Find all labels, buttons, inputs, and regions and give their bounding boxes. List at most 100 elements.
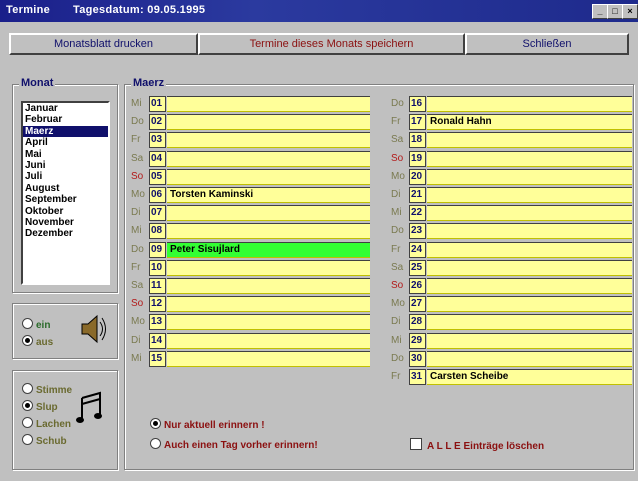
month-item-juli[interactable]: Juli bbox=[23, 171, 108, 182]
appointment-field[interactable] bbox=[427, 150, 632, 167]
month-item-februar[interactable]: Februar bbox=[23, 114, 108, 125]
day-row: Mi 08 bbox=[131, 223, 370, 240]
appointment-field[interactable] bbox=[167, 259, 370, 276]
day-of-week: Fr bbox=[391, 371, 401, 382]
close-window-button[interactable]: × bbox=[622, 4, 638, 19]
appointment-field[interactable] bbox=[167, 168, 370, 185]
month-item-maerz[interactable]: Maerz bbox=[23, 125, 108, 138]
appointment-field[interactable] bbox=[427, 314, 632, 331]
sound-option-lachen[interactable]: Lachen bbox=[22, 417, 71, 430]
appointment-field[interactable]: Torsten Kaminski bbox=[167, 187, 370, 203]
print-month-button[interactable]: Monatsblatt drucken bbox=[9, 33, 198, 55]
day-row: Do 30 bbox=[391, 350, 632, 367]
month-item-januar[interactable]: Januar bbox=[23, 103, 108, 114]
sound-option-dot bbox=[22, 417, 33, 428]
save-month-button[interactable]: Termine dieses Monats speichern bbox=[198, 33, 465, 55]
day-of-week: Di bbox=[131, 207, 141, 219]
appointment-field[interactable]: Carsten Scheibe bbox=[427, 369, 632, 385]
day-number: 24 bbox=[409, 241, 426, 258]
day-row: Di 28 bbox=[391, 314, 632, 331]
remind-before-radio[interactable]: Auch einen Tag vorher erinnern! bbox=[150, 438, 318, 451]
appointment-field[interactable] bbox=[427, 168, 632, 185]
day-number: 31 bbox=[409, 369, 426, 385]
sound-option-schub[interactable]: Schub bbox=[22, 434, 67, 447]
day-number: 15 bbox=[149, 350, 166, 367]
sound-option-stimme[interactable]: Stimme bbox=[22, 383, 72, 396]
appointment-field[interactable] bbox=[167, 314, 370, 331]
day-of-week: Mi bbox=[391, 207, 402, 219]
day-number: 16 bbox=[409, 96, 426, 112]
appointment-field[interactable] bbox=[167, 296, 370, 313]
month-list[interactable]: Januar Februar Maerz April Mai Juni Juli August… bbox=[21, 101, 110, 285]
sound-off-radio[interactable]: aus bbox=[22, 335, 53, 348]
appointment-field[interactable] bbox=[427, 241, 632, 258]
day-of-week: Fr bbox=[131, 261, 141, 273]
appointment-field[interactable] bbox=[167, 223, 370, 240]
appointment-field[interactable] bbox=[167, 114, 370, 131]
day-row: Fr 17 Ronald Hahn bbox=[391, 114, 632, 131]
day-number: 26 bbox=[409, 278, 426, 294]
day-of-week: Mo bbox=[131, 189, 145, 200]
sound-option-slup[interactable]: Slup bbox=[22, 400, 58, 413]
day-of-week: Mo bbox=[131, 316, 145, 328]
day-row: Mi 01 bbox=[131, 96, 370, 112]
month-item-november[interactable]: November bbox=[23, 217, 108, 228]
sound-option-label: Stimme bbox=[36, 385, 73, 396]
appointment-field[interactable] bbox=[427, 223, 632, 240]
appointment-field[interactable] bbox=[167, 132, 370, 149]
appointment-field[interactable] bbox=[167, 332, 370, 349]
month-item-oktober[interactable]: Oktober bbox=[23, 206, 108, 217]
appointment-field[interactable] bbox=[167, 350, 370, 367]
day-row: Mo 20 bbox=[391, 168, 632, 185]
sound-on-dot bbox=[22, 318, 33, 329]
day-row: Do 23 bbox=[391, 223, 632, 240]
appointment-field[interactable]: Ronald Hahn bbox=[427, 114, 632, 131]
day-row: Mo 06 Torsten Kaminski bbox=[131, 187, 370, 203]
remind-today-radio[interactable]: Nur aktuell erinnern ! bbox=[150, 418, 265, 431]
day-of-week: So bbox=[391, 280, 404, 291]
day-of-week: Mo bbox=[391, 170, 405, 182]
day-of-week: So bbox=[131, 298, 144, 310]
month-item-august[interactable]: August bbox=[23, 183, 108, 194]
clear-all-checkbox[interactable]: A L L E Einträge löschen bbox=[410, 438, 544, 452]
appointment-field[interactable] bbox=[427, 205, 632, 222]
appointment-field[interactable]: Peter Sisujlard bbox=[167, 241, 370, 258]
appointment-field[interactable] bbox=[167, 96, 370, 112]
day-row: Mo 27 bbox=[391, 296, 632, 313]
music-notes-icon bbox=[76, 391, 102, 423]
sound-option-label: Slup bbox=[36, 402, 58, 413]
month-item-mai[interactable]: Mai bbox=[23, 149, 108, 160]
month-item-dezember[interactable]: Dezember bbox=[23, 228, 108, 239]
month-item-april[interactable]: April bbox=[23, 137, 108, 148]
appointment-field[interactable] bbox=[427, 96, 632, 112]
appointment-field[interactable] bbox=[427, 132, 632, 149]
clear-all-label: A L L E Einträge löschen bbox=[427, 441, 545, 452]
day-number: 06 bbox=[149, 187, 166, 203]
minimize-button[interactable]: _ bbox=[592, 4, 608, 19]
day-row: Mo 13 bbox=[131, 314, 370, 331]
appointment-field[interactable] bbox=[427, 278, 632, 294]
appointment-field[interactable] bbox=[427, 259, 632, 276]
day-row: Fr 10 bbox=[131, 259, 370, 276]
close-button[interactable]: Schließen bbox=[465, 33, 629, 55]
day-row: So 05 bbox=[131, 168, 370, 185]
appointment-field[interactable] bbox=[167, 150, 370, 167]
day-of-week: Do bbox=[391, 225, 404, 237]
appointment-field[interactable] bbox=[427, 332, 632, 349]
appointment-field[interactable] bbox=[167, 278, 370, 294]
day-number: 04 bbox=[149, 150, 166, 167]
day-of-week: Do bbox=[391, 98, 404, 109]
maximize-button[interactable]: □ bbox=[607, 4, 623, 19]
appointment-field[interactable] bbox=[167, 205, 370, 222]
month-item-september[interactable]: September bbox=[23, 194, 108, 205]
day-of-week: Mi bbox=[391, 334, 402, 346]
day-of-week: Fr bbox=[391, 116, 401, 128]
appointment-field[interactable] bbox=[427, 296, 632, 313]
remind-before-label: Auch einen Tag vorher erinnern! bbox=[164, 440, 318, 451]
appointment-field[interactable] bbox=[427, 187, 632, 203]
day-of-week: Mi bbox=[131, 352, 142, 364]
appointment-field[interactable] bbox=[427, 350, 632, 367]
sound-on-radio[interactable]: ein bbox=[22, 318, 50, 331]
month-item-juni[interactable]: Juni bbox=[23, 160, 108, 171]
title-bar[interactable]: Termine Tagesdatum: 09.05.1995 _ □ × bbox=[0, 0, 638, 22]
